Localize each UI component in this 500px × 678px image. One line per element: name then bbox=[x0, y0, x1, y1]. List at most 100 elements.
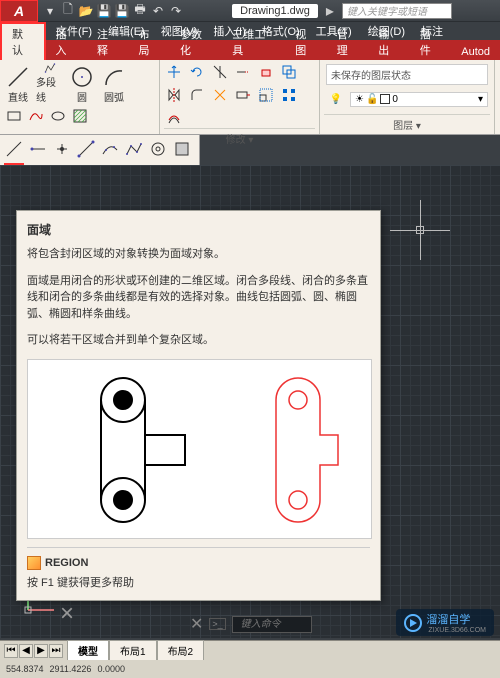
modify-panel: 修改 ▾ bbox=[160, 60, 320, 134]
spline-fit-icon[interactable] bbox=[76, 139, 96, 159]
copy-icon[interactable] bbox=[279, 62, 299, 82]
play-icon bbox=[404, 614, 422, 632]
layer-name: 0 bbox=[392, 94, 398, 105]
offset-icon[interactable] bbox=[164, 108, 184, 128]
arc-label: 圆弧 bbox=[104, 89, 124, 104]
extend-icon[interactable] bbox=[233, 62, 253, 82]
tooltip-title: 面域 bbox=[27, 221, 370, 238]
command-input[interactable] bbox=[232, 616, 312, 633]
tooltip-illustration bbox=[27, 359, 372, 539]
scale-icon[interactable] bbox=[256, 85, 276, 105]
tab-layout1[interactable]: 布局1 bbox=[109, 640, 157, 661]
tab-plugins[interactable]: 插件 bbox=[410, 24, 452, 60]
construction-line-icon[interactable] bbox=[4, 139, 24, 159]
trim-icon[interactable] bbox=[210, 62, 230, 82]
redo-icon[interactable]: ↷ bbox=[168, 3, 184, 19]
tooltip-help: 按 F1 键获得更多帮助 bbox=[27, 574, 370, 590]
tab-layout2[interactable]: 布局2 bbox=[157, 640, 205, 661]
ribbon: 直线 多段线 圆 圆弧 bbox=[0, 60, 500, 135]
coord-x: 554.8374 bbox=[6, 664, 44, 674]
command-line-row: ✕ >_ bbox=[190, 614, 312, 634]
layer-panel-title[interactable]: 图层 ▾ bbox=[324, 114, 490, 132]
revision-cloud-icon[interactable] bbox=[148, 139, 168, 159]
save-icon[interactable]: 💾 bbox=[96, 3, 112, 19]
tab-annotate[interactable]: 注释 bbox=[87, 24, 129, 60]
color-swatch bbox=[380, 94, 390, 104]
polyline-label: 多段线 bbox=[36, 74, 64, 104]
rectangle-icon[interactable] bbox=[4, 106, 24, 126]
lock-icon: 🔓 bbox=[366, 94, 378, 105]
tab-default[interactable]: 默认 bbox=[0, 22, 46, 60]
print-icon[interactable]: 🖶 bbox=[132, 3, 148, 19]
tooltip-p1: 将包含封闭区域的对象转换为面域对象。 bbox=[27, 246, 370, 263]
app-logo[interactable]: A bbox=[0, 0, 38, 22]
tab-3dtools[interactable]: 三维工具 bbox=[222, 24, 285, 60]
tooltip-command: REGION bbox=[27, 556, 370, 570]
draw-panel: 直线 多段线 圆 圆弧 bbox=[0, 60, 160, 134]
ray-icon[interactable] bbox=[28, 139, 48, 159]
bulb-icon[interactable]: 💡 bbox=[326, 89, 346, 109]
undo-icon[interactable]: ↶ bbox=[150, 3, 166, 19]
tab-layout[interactable]: 布局 bbox=[129, 24, 171, 60]
saveas-icon[interactable]: 💾 bbox=[114, 3, 130, 19]
tab-model[interactable]: 模型 bbox=[67, 640, 109, 661]
ellipse-icon[interactable] bbox=[48, 106, 68, 126]
watermark: 溜溜自学 ZIXUE.3D66.COM bbox=[396, 609, 494, 636]
viewport-close-icon[interactable]: × bbox=[60, 600, 74, 628]
nav-last-icon[interactable]: ⏭ bbox=[49, 644, 63, 658]
tab-view[interactable]: 视图 bbox=[285, 24, 327, 60]
watermark-url: ZIXUE.3D66.COM bbox=[428, 627, 486, 634]
donut-icon[interactable] bbox=[124, 139, 144, 159]
spline-icon[interactable] bbox=[26, 106, 46, 126]
cmd-chevron-icon[interactable]: >_ bbox=[209, 618, 225, 630]
title-bar: A ▾ 🗋 📂 💾 💾 🖶 ↶ ↷ Drawing1.dwg ▸ 键入关键字或短… bbox=[0, 0, 500, 22]
status-bar: 554.8374 2911.4226 0.0000 bbox=[0, 660, 500, 678]
region-icon bbox=[27, 556, 41, 570]
tab-insert[interactable]: 插入 bbox=[46, 24, 88, 60]
new-icon[interactable]: 🗋 bbox=[60, 3, 76, 19]
quick-access-toolbar: ▾ 🗋 📂 💾 💾 🖶 ↶ ↷ bbox=[42, 3, 184, 19]
circle-button[interactable]: 圆 bbox=[68, 62, 96, 104]
spline-cv-icon[interactable] bbox=[100, 139, 120, 159]
layer-panel: 未保存的图层状态 💡 ☀ 🔓 0 ▾ 图层 ▾ bbox=[320, 60, 495, 134]
polyline-button[interactable]: 多段线 bbox=[36, 62, 64, 104]
move-icon[interactable] bbox=[164, 62, 184, 82]
rotate-icon[interactable] bbox=[187, 62, 207, 82]
nav-prev-icon[interactable]: ◀ bbox=[19, 644, 33, 658]
tab-autod[interactable]: Autod bbox=[451, 44, 500, 60]
cmd-close-icon[interactable]: ✕ bbox=[190, 614, 203, 634]
tooltip-p3: 可以将若干区域合并到单个复杂区域。 bbox=[27, 332, 370, 349]
point-icon[interactable] bbox=[52, 139, 72, 159]
arc-button[interactable]: 圆弧 bbox=[100, 62, 128, 104]
tab-parametric[interactable]: 参数化 bbox=[170, 24, 222, 60]
tooltip-p2: 面域是用闭合的形状或环创建的二维区域。闭合多段线、闭合的多条直线和闭合的多条曲线… bbox=[27, 273, 370, 323]
layout-tabs: ⏮ ◀ ▶ ⏭ 模型 布局1 布局2 bbox=[0, 640, 500, 660]
circle-label: 圆 bbox=[77, 89, 87, 104]
polygon-icon[interactable] bbox=[172, 139, 192, 159]
array-icon[interactable] bbox=[279, 85, 299, 105]
line-button[interactable]: 直线 bbox=[4, 62, 32, 104]
command-name: REGION bbox=[45, 557, 88, 569]
hatch-icon[interactable] bbox=[70, 106, 90, 126]
ribbon-tabs: 默认 插入 注释 布局 参数化 三维工具 视图 管理 输出 插件 Autod bbox=[0, 40, 500, 60]
layer-combo[interactable]: ☀ 🔓 0 ▾ bbox=[350, 92, 488, 107]
fillet-icon[interactable] bbox=[187, 85, 207, 105]
drawing-title: Drawing1.dwg bbox=[232, 4, 318, 18]
stretch-icon[interactable] bbox=[233, 85, 253, 105]
explode-icon[interactable] bbox=[210, 85, 230, 105]
open-icon[interactable]: 📂 bbox=[78, 3, 94, 19]
tab-nav: ⏮ ◀ ▶ ⏭ bbox=[0, 644, 67, 658]
tab-manage[interactable]: 管理 bbox=[327, 24, 369, 60]
coord-z: 0.0000 bbox=[97, 664, 125, 674]
nav-first-icon[interactable]: ⏮ bbox=[4, 644, 18, 658]
mirror-icon[interactable] bbox=[164, 85, 184, 105]
watermark-text: 溜溜自学 bbox=[426, 611, 486, 627]
search-input[interactable]: 键入关键字或短语 bbox=[342, 3, 452, 19]
erase-icon[interactable] bbox=[256, 62, 276, 82]
layer-status[interactable]: 未保存的图层状态 bbox=[326, 64, 488, 85]
tab-output[interactable]: 输出 bbox=[368, 24, 410, 60]
region-tooltip: 面域 将包含封闭区域的对象转换为面域对象。 面域是用闭合的形状或环创建的二维区域… bbox=[16, 210, 381, 601]
nav-next-icon[interactable]: ▶ bbox=[34, 644, 48, 658]
sun-icon: ☀ bbox=[355, 94, 364, 105]
dropdown-icon[interactable]: ▾ bbox=[42, 3, 58, 19]
